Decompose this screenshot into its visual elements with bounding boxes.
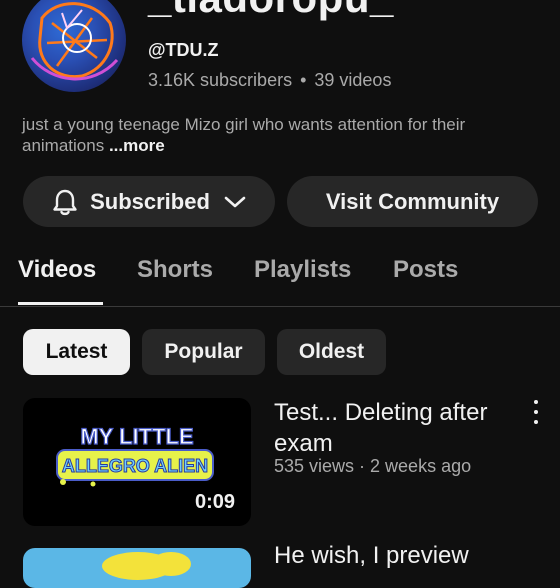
tab-shorts[interactable]: Shorts [137, 256, 213, 284]
channel-handle: @TDU.Z [148, 40, 219, 60]
more-options-icon[interactable] [528, 400, 544, 424]
thumbnail-title-bottom: ALLEGRO ALIEN [62, 456, 208, 476]
channel-avatar[interactable] [22, 0, 126, 92]
thumbnail-title-top: MY LITTLE [80, 424, 193, 449]
video-meta: 535 views · 2 weeks ago [274, 456, 472, 476]
subscribed-button[interactable]: Subscribed [23, 176, 275, 227]
stats-separator: • [300, 70, 307, 90]
video-count: 39 videos [314, 70, 392, 90]
video-thumbnail[interactable] [23, 548, 251, 588]
channel-title: _tiadoropu_ [148, 0, 394, 22]
visit-community-label: Visit Community [325, 188, 500, 214]
subscribed-label: Subscribed [90, 188, 210, 214]
video-title[interactable]: Test... Deleting after exam [274, 397, 524, 459]
channel-description[interactable]: just a young teenage Mizo girl who wants… [22, 114, 542, 156]
video-thumbnail[interactable]: MY LITTLE ALLEGRO ALIEN 0:09 [23, 398, 251, 526]
chevron-down-icon [224, 195, 246, 209]
chip-popular[interactable]: Popular [142, 329, 265, 375]
video-title[interactable]: He wish, I preview [274, 540, 469, 571]
tab-videos[interactable]: Videos [18, 256, 96, 284]
description-text: just a young teenage Mizo girl who wants… [22, 115, 466, 155]
thumbnail-art [102, 552, 191, 580]
active-tab-indicator [18, 302, 103, 305]
bell-icon [52, 188, 78, 216]
avatar-art [30, 2, 119, 81]
tab-posts[interactable]: Posts [393, 256, 458, 284]
tab-playlists[interactable]: Playlists [254, 256, 351, 284]
chip-latest[interactable]: Latest [23, 329, 130, 375]
visit-community-button[interactable]: Visit Community [287, 176, 538, 227]
more-link[interactable]: ...more [109, 136, 165, 155]
video-duration: 0:09 [194, 491, 235, 513]
channel-tabs: Videos Shorts Playlists Posts [0, 252, 560, 307]
chip-oldest[interactable]: Oldest [277, 329, 386, 375]
subscriber-count: 3.16K subscribers [148, 70, 293, 90]
channel-stats: 3.16K subscribers • 39 videos [148, 70, 391, 91]
